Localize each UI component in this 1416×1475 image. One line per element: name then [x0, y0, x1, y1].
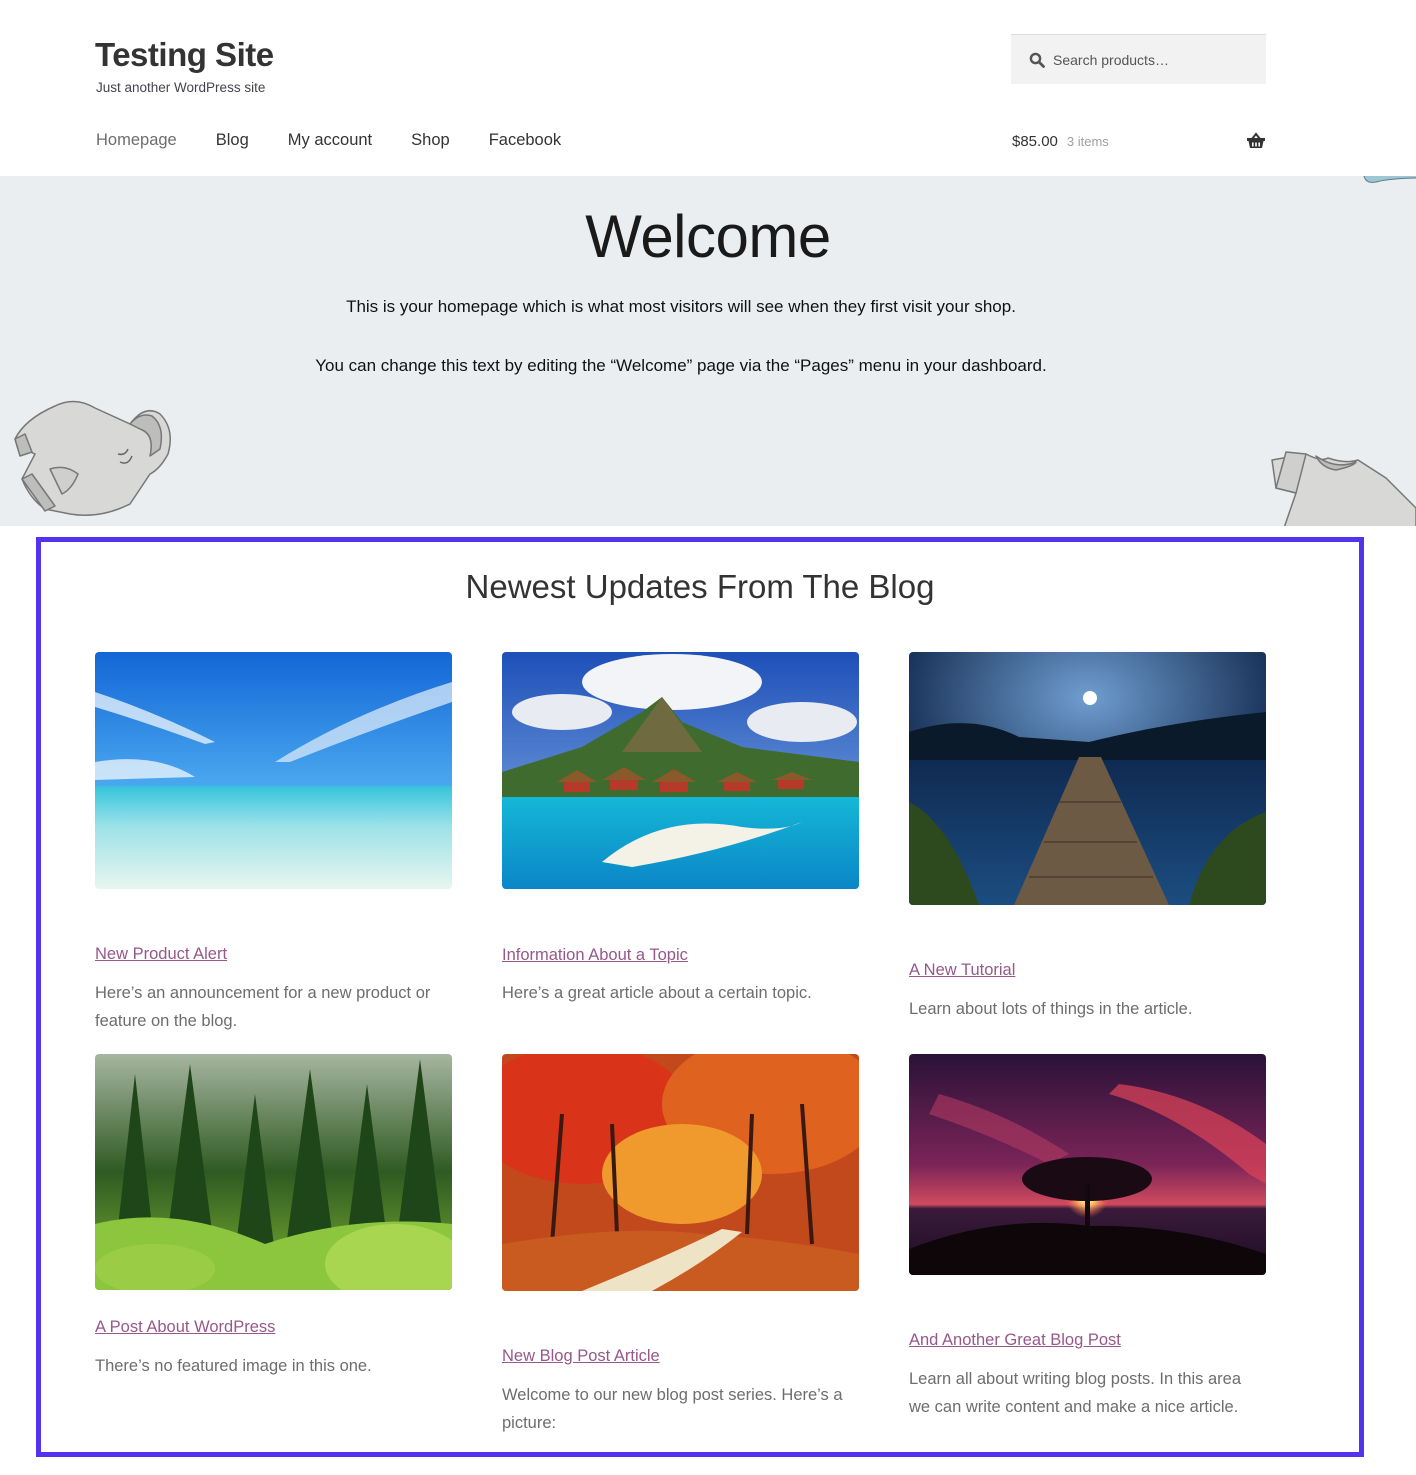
cart-count: 3 items	[1066, 134, 1109, 149]
nav-item-my-account[interactable]: My account	[288, 131, 372, 150]
island-bungalows-photo[interactable]	[502, 652, 859, 889]
scarf-illustration	[1363, 176, 1416, 183]
site-title-link[interactable]: Testing Site	[95, 36, 274, 74]
hero-title: Welcome	[585, 203, 831, 270]
nav-item-homepage[interactable]: Homepage	[96, 131, 177, 150]
site-tagline: Just another WordPress site	[96, 80, 266, 95]
hero-paragraph: This is your homepage which is what most…	[346, 297, 1016, 316]
post-excerpt: Here’s a great article about a certain t…	[502, 984, 812, 1002]
post-excerpt: Here’s an announcement for a new product…	[95, 984, 431, 1030]
blog-post: A New Tutorial Learn about lots of thing…	[909, 652, 1266, 1018]
blog-section-heading: Newest Updates From The Blog	[465, 568, 935, 605]
blog-post: Information About a Topic Here’s a great…	[502, 652, 859, 1002]
hero-paragraph: You can change this text by editing the …	[315, 356, 1047, 375]
post-excerpt: There’s no featured image in this one.	[95, 1357, 372, 1375]
post-excerpt: Learn about lots of things in the articl…	[909, 1000, 1193, 1018]
post-excerpt: Welcome to our new blog post series. Her…	[502, 1386, 843, 1432]
lake-pier-night-photo[interactable]	[909, 652, 1266, 905]
site-header: Testing Site Just another WordPress site…	[0, 0, 1416, 176]
sunset-tree-photo[interactable]	[909, 1054, 1266, 1275]
nav-item-blog[interactable]: Blog	[216, 131, 249, 150]
primary-navigation: Homepage Blog My account Shop Facebook	[96, 131, 600, 150]
welcome-hero: Welcome This is your homepage which is w…	[0, 176, 1416, 526]
tshirt-illustration	[1271, 451, 1416, 526]
post-title-link[interactable]: A New Tutorial	[909, 961, 1015, 980]
cart-amount: $85.00	[1012, 133, 1058, 150]
blog-post: And Another Great Blog Post Learn all ab…	[909, 1054, 1266, 1416]
product-search[interactable]	[1011, 34, 1266, 84]
tropical-beach-photo[interactable]	[95, 652, 452, 889]
hoodie-illustration	[14, 400, 171, 516]
pine-forest-photo[interactable]	[95, 1054, 452, 1290]
nav-item-shop[interactable]: Shop	[411, 131, 450, 150]
post-title-link[interactable]: A Post About WordPress	[95, 1318, 275, 1337]
nav-item-facebook[interactable]: Facebook	[489, 131, 561, 150]
search-icon	[1029, 52, 1045, 68]
autumn-path-photo[interactable]	[502, 1054, 859, 1291]
blog-post: A Post About WordPress There’s no featur…	[95, 1054, 452, 1375]
cart-link[interactable]: $85.00 3 items	[1012, 131, 1266, 151]
blog-post: New Blog Post Article Welcome to our new…	[502, 1054, 859, 1432]
post-title-link[interactable]: Information About a Topic	[502, 946, 688, 965]
basket-icon[interactable]	[1246, 131, 1266, 151]
post-title-link[interactable]: And Another Great Blog Post	[909, 1331, 1121, 1350]
post-title-link[interactable]: New Product Alert	[95, 945, 227, 964]
search-input[interactable]	[1053, 51, 1253, 68]
newest-blog-updates: Newest Updates From The Blog New Product…	[36, 537, 1364, 1457]
blog-post: New Product Alert Here’s an announcement…	[95, 652, 452, 1030]
post-excerpt: Learn all about writing blog posts. In t…	[909, 1370, 1242, 1416]
post-title-link[interactable]: New Blog Post Article	[502, 1347, 660, 1366]
